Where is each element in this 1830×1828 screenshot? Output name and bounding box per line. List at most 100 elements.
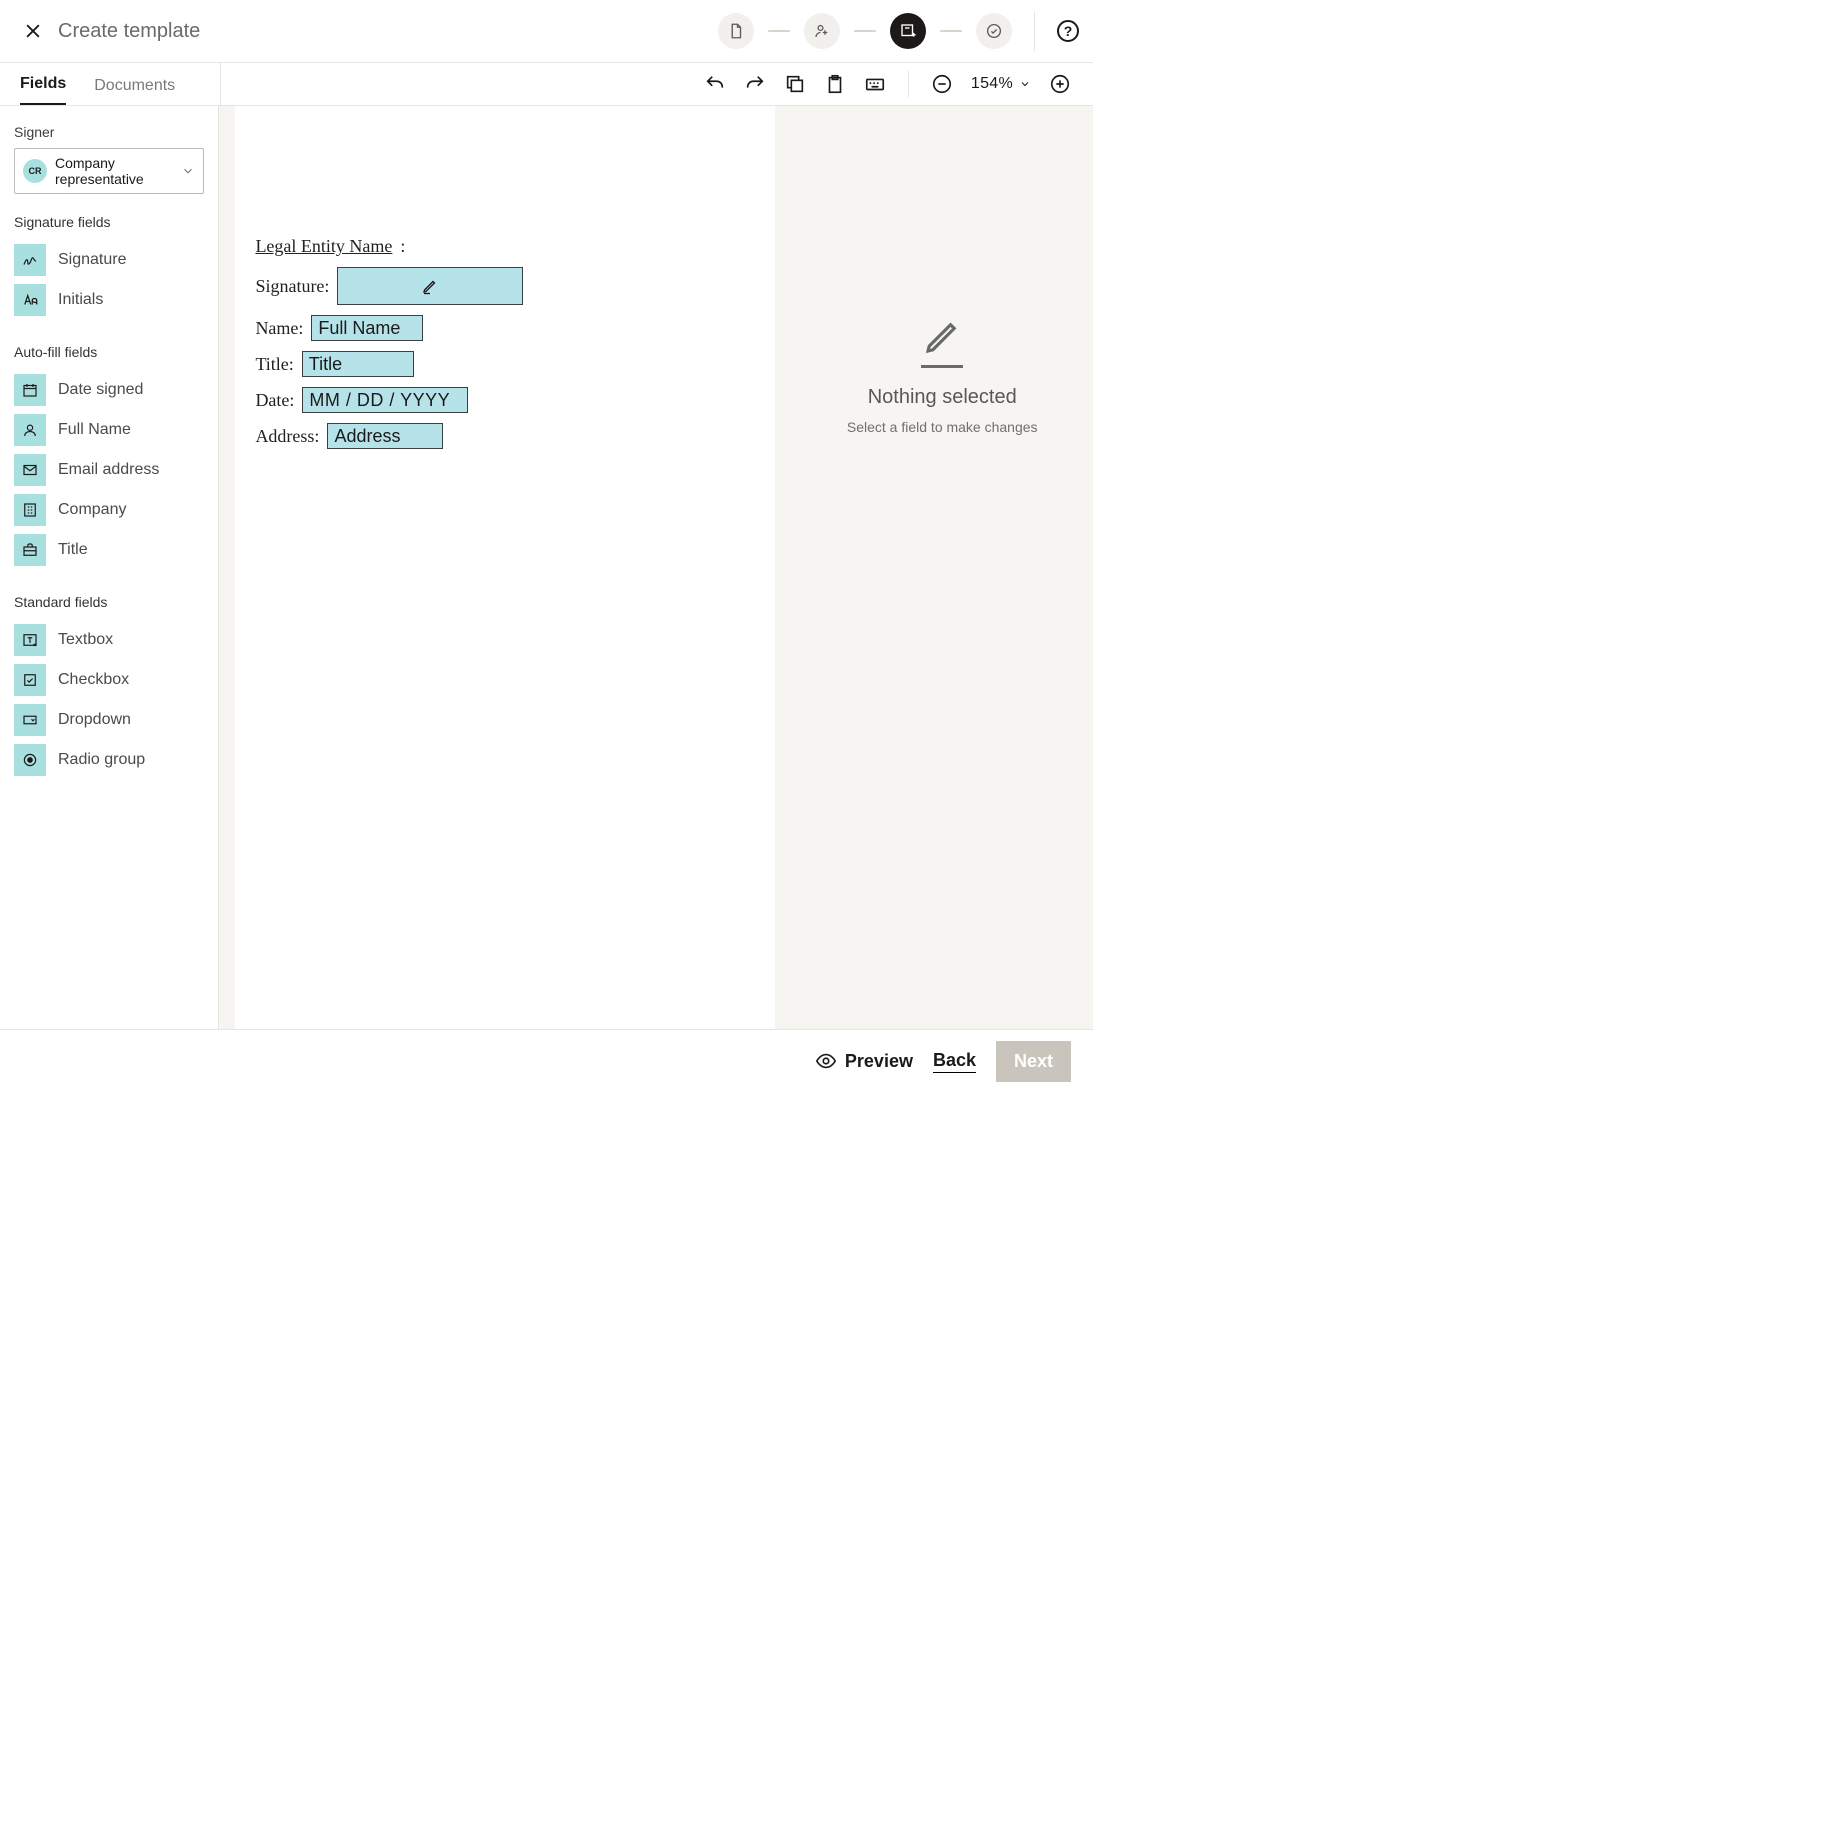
placed-name-field[interactable]: Full Name	[311, 315, 423, 341]
keyboard-button[interactable]	[864, 73, 886, 95]
top-header: Create template ?	[0, 0, 1093, 63]
document-icon	[727, 22, 745, 40]
group-signature-title: Signature fields	[14, 214, 206, 230]
field-label: Title	[58, 541, 88, 559]
calendar-icon	[21, 381, 39, 399]
preview-button[interactable]: Preview	[815, 1050, 913, 1072]
signature-label: Signature:	[255, 276, 329, 297]
field-dropdown[interactable]: Dropdown	[14, 700, 206, 740]
edit-placeholder-icon	[921, 316, 963, 368]
checkbox-icon	[21, 671, 39, 689]
zoom-out-button[interactable]	[931, 73, 953, 95]
eye-icon	[815, 1050, 837, 1072]
placed-address-field[interactable]: Address	[327, 423, 443, 449]
nothing-selected-title: Nothing selected	[868, 386, 1017, 409]
group-autofill-title: Auto-fill fields	[14, 344, 206, 360]
zoom-in-button[interactable]	[1049, 73, 1071, 95]
field-date-signed[interactable]: Date signed	[14, 370, 206, 410]
preview-label: Preview	[845, 1051, 913, 1072]
field-label: Signature	[58, 251, 127, 269]
field-title[interactable]: Title	[14, 530, 206, 570]
step-signers[interactable]	[804, 13, 840, 49]
company-icon	[21, 501, 39, 519]
close-button[interactable]	[20, 18, 46, 44]
field-full-name[interactable]: Full Name	[14, 410, 206, 450]
step-review[interactable]	[976, 13, 1012, 49]
person-icon	[21, 421, 39, 439]
subheader: Fields Documents 154%	[0, 63, 1093, 105]
copy-button[interactable]	[784, 73, 806, 95]
check-circle-icon	[985, 22, 1003, 40]
close-icon	[23, 21, 43, 41]
signer-dropdown[interactable]: CR Company representative	[14, 148, 204, 194]
document-page: Legal Entity Name: Signature: Name: Full…	[235, 106, 775, 1029]
toolbar: 154%	[221, 63, 1093, 105]
field-checkbox[interactable]: Checkbox	[14, 660, 206, 700]
field-signature[interactable]: Signature	[14, 240, 206, 280]
field-textbox[interactable]: Textbox	[14, 620, 206, 660]
keyboard-icon	[864, 73, 886, 95]
toolbar-separator	[908, 71, 909, 97]
properties-panel: Nothing selected Select a field to make …	[791, 106, 1093, 1029]
step-doc[interactable]	[718, 13, 754, 49]
pen-icon	[421, 277, 439, 295]
placed-date-field[interactable]: MM / DD / YYYY	[302, 387, 468, 413]
date-label: Date:	[255, 390, 294, 411]
field-email[interactable]: Email address	[14, 450, 206, 490]
redo-icon	[744, 73, 766, 95]
copy-icon	[784, 73, 806, 95]
zoom-in-icon	[1049, 73, 1071, 95]
email-icon	[21, 461, 39, 479]
field-label: Radio group	[58, 751, 145, 769]
field-label: Full Name	[58, 421, 131, 439]
document-canvas[interactable]: Legal Entity Name: Signature: Name: Full…	[219, 106, 791, 1029]
field-initials[interactable]: Initials	[14, 280, 206, 320]
group-standard-title: Standard fields	[14, 594, 206, 610]
field-label: Company	[58, 501, 126, 519]
next-button[interactable]: Next	[996, 1041, 1071, 1082]
step-separator	[854, 30, 876, 32]
tab-documents[interactable]: Documents	[94, 77, 175, 105]
field-label: Checkbox	[58, 671, 129, 689]
dropdown-icon	[21, 711, 39, 729]
initials-icon	[21, 291, 39, 309]
undo-icon	[704, 73, 726, 95]
back-button[interactable]: Back	[933, 1050, 976, 1073]
pencil-icon	[921, 316, 963, 358]
tab-fields[interactable]: Fields	[20, 75, 66, 105]
legal-entity-label: Legal Entity Name	[255, 236, 392, 257]
placed-title-field[interactable]: Title	[302, 351, 414, 377]
zoom-out-icon	[931, 73, 953, 95]
step-fields[interactable]	[890, 13, 926, 49]
main-area: Signer CR Company representative Signatu…	[0, 105, 1093, 1029]
placed-signature-field[interactable]	[337, 267, 523, 305]
signer-name: Company representative	[55, 155, 173, 187]
textbox-icon	[21, 631, 39, 649]
address-label: Address:	[255, 426, 319, 447]
signer-label: Signer	[14, 124, 206, 140]
redo-button[interactable]	[744, 73, 766, 95]
briefcase-icon	[21, 541, 39, 559]
field-radio[interactable]: Radio group	[14, 740, 206, 780]
header-divider	[1034, 11, 1035, 51]
title-label: Title:	[255, 354, 293, 375]
zoom-level-dropdown[interactable]: 154%	[971, 75, 1031, 93]
zoom-value: 154%	[971, 75, 1013, 93]
signer-avatar: CR	[23, 159, 47, 183]
chevron-down-icon	[1019, 78, 1031, 90]
add-field-icon	[899, 22, 917, 40]
footer: Preview Back Next	[0, 1029, 1093, 1092]
field-label: Date signed	[58, 381, 143, 399]
question-icon: ?	[1064, 23, 1073, 39]
step-separator	[768, 30, 790, 32]
chevron-down-icon	[181, 164, 195, 178]
tabs: Fields Documents	[0, 63, 221, 105]
clipboard-icon	[824, 73, 846, 95]
undo-button[interactable]	[704, 73, 726, 95]
page-title: Create template	[58, 20, 200, 43]
help-button[interactable]: ?	[1057, 20, 1079, 42]
field-label: Email address	[58, 461, 159, 479]
nothing-selected-subtitle: Select a field to make changes	[847, 419, 1038, 435]
field-company[interactable]: Company	[14, 490, 206, 530]
paste-button[interactable]	[824, 73, 846, 95]
